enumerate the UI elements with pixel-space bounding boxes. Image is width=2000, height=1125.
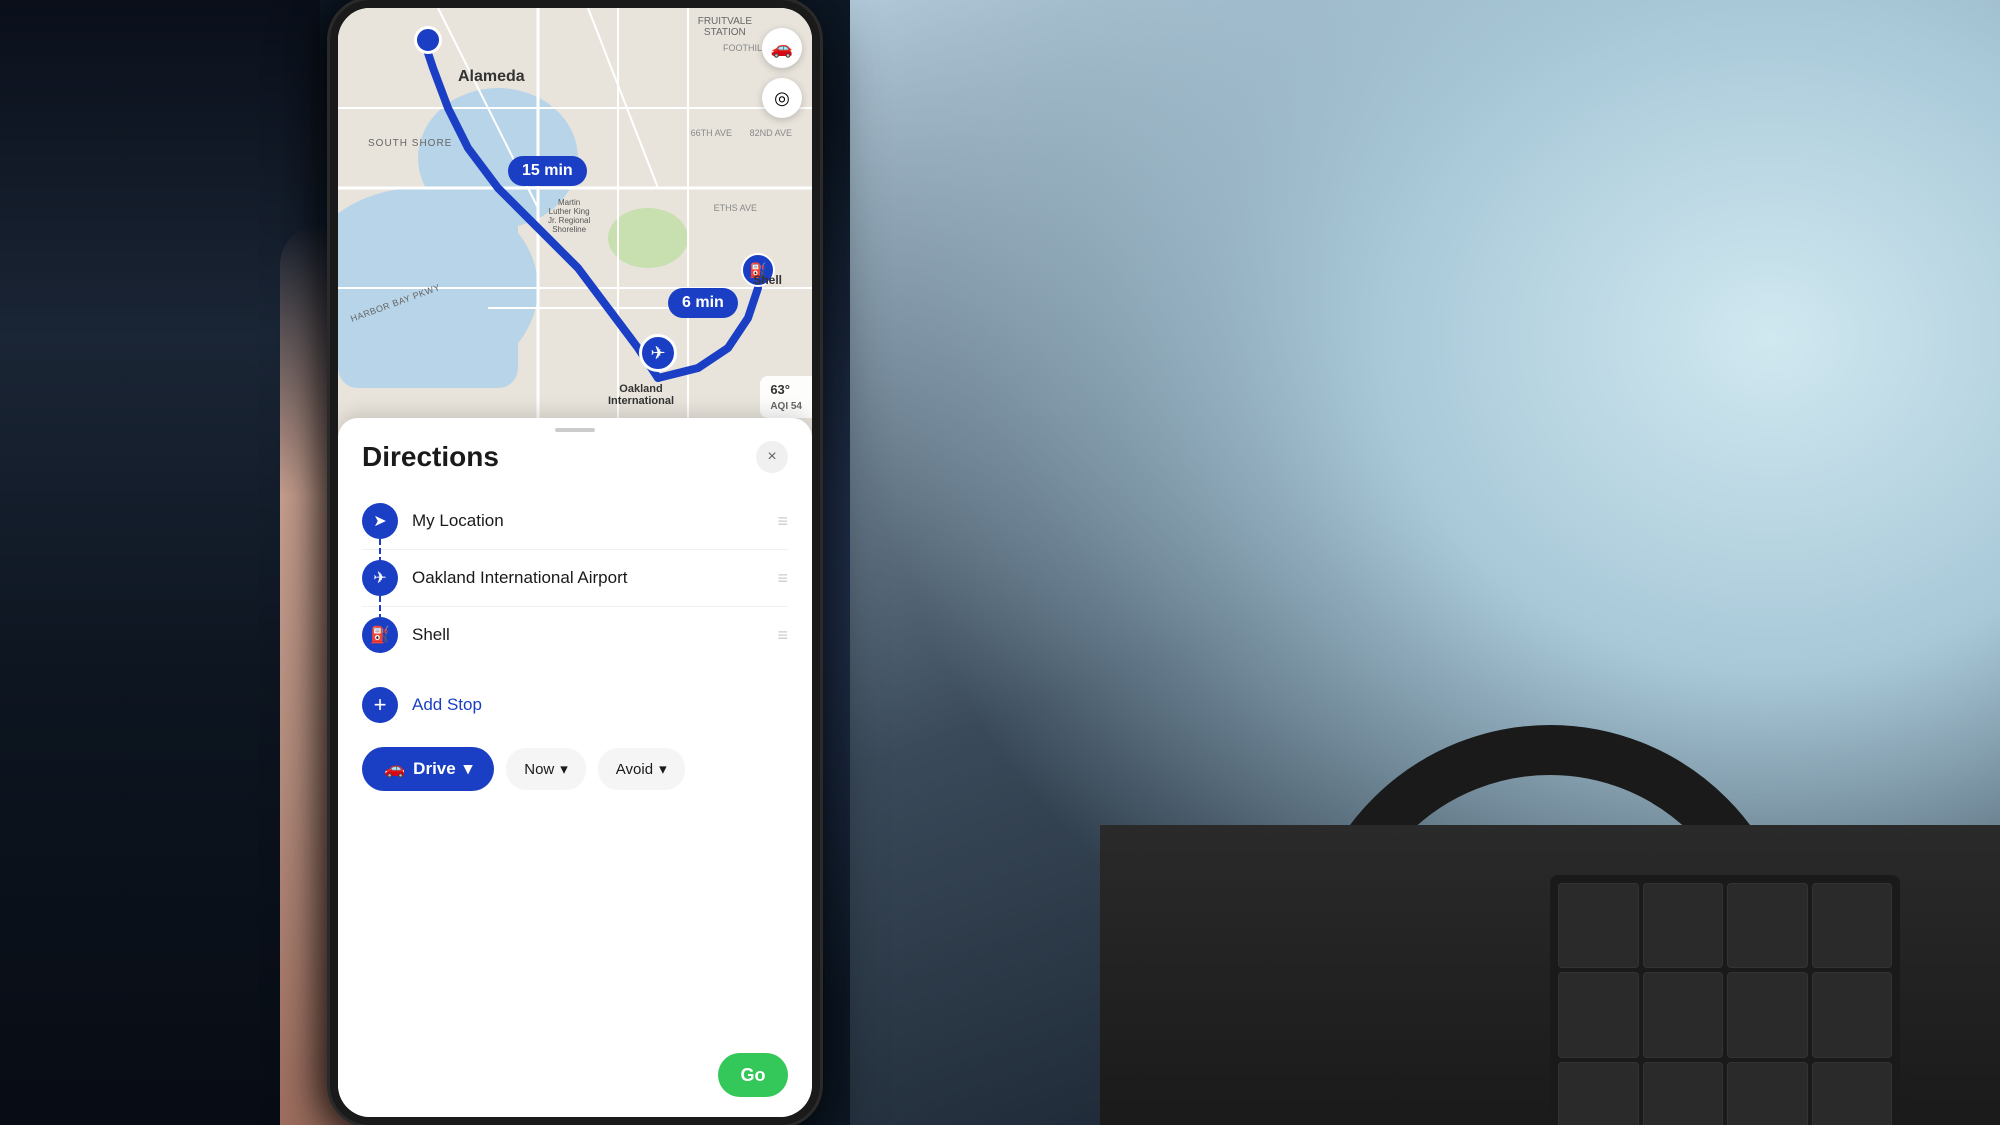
- time-bubble-2: 6 min: [668, 288, 738, 318]
- drive-chevron-icon: ▾: [464, 759, 473, 779]
- map-area[interactable]: Alameda SOUTH SHORE HARBOR BAY PKWY FRUI…: [338, 8, 812, 438]
- my-location-label: My Location: [412, 511, 763, 531]
- car-console: [1550, 875, 1900, 1125]
- car-interior-right: [850, 0, 2000, 1125]
- controls-row: 🚗 Drive ▾ Now ▾ Avoid ▾: [362, 747, 788, 791]
- car-icon: 🚗: [384, 759, 405, 779]
- plus-icon: +: [374, 692, 387, 718]
- shell-icon: ⛽: [362, 617, 398, 653]
- add-stop-label: Add Stop: [412, 695, 482, 715]
- waypoint-my-location[interactable]: ➤ My Location ≡: [362, 493, 788, 550]
- map-label-fruitvale: FRUITVALESTATION: [698, 16, 752, 38]
- drag-handle-3[interactable]: ≡: [777, 625, 788, 646]
- drag-handle-2[interactable]: ≡: [777, 568, 788, 589]
- map-label-82nd: 82ND AVE: [750, 128, 792, 138]
- panel-title: Directions: [362, 441, 499, 473]
- gas-station-map-label: Shell: [753, 273, 782, 287]
- panel-header: Directions ×: [362, 441, 788, 473]
- now-chevron-icon: ▾: [560, 760, 568, 778]
- go-button[interactable]: Go: [718, 1053, 788, 1097]
- my-location-icon: ➤: [362, 503, 398, 539]
- drag-handle-1[interactable]: ≡: [777, 511, 788, 532]
- parking-button[interactable]: 🚗: [762, 28, 802, 68]
- close-button[interactable]: ×: [756, 441, 788, 473]
- start-pin: [414, 26, 442, 54]
- temperature: 63°: [770, 382, 790, 397]
- add-stop-icon: +: [362, 687, 398, 723]
- waypoints-list: ➤ My Location ≡ ✈ Oakland International …: [362, 493, 788, 663]
- map-label-south-shore: SOUTH SHORE: [368, 138, 452, 149]
- airport-map-label: OaklandInternational: [608, 383, 674, 407]
- map-label-mlk: MartinLuther KingJr. RegionalShoreline: [548, 198, 590, 234]
- go-label: Go: [741, 1065, 766, 1086]
- aqi: AQI 54: [770, 401, 802, 412]
- drag-handle[interactable]: [555, 428, 595, 432]
- location-button[interactable]: ◎: [762, 78, 802, 118]
- avoid-chevron-icon: ▾: [659, 760, 667, 778]
- map-label-66th: 66TH AVE: [691, 128, 732, 138]
- weather-badge: 63° AQI 54: [760, 376, 812, 418]
- phone-screen: Alameda SOUTH SHORE HARBOR BAY PKWY FRUI…: [338, 8, 812, 1117]
- directions-panel: Directions × ➤ My Location ≡: [338, 418, 812, 1117]
- map-label-alameda: Alameda: [458, 68, 525, 86]
- drive-label: Drive: [413, 759, 456, 779]
- airport-icon: ✈: [362, 560, 398, 596]
- waypoint-airport[interactable]: ✈ Oakland International Airport ≡: [362, 550, 788, 607]
- avoid-dropdown[interactable]: Avoid ▾: [598, 748, 685, 790]
- car-interior-left: [0, 0, 320, 1125]
- dashboard: [1100, 825, 2000, 1125]
- drive-button[interactable]: 🚗 Drive ▾: [362, 747, 494, 791]
- waypoint-shell[interactable]: ⛽ Shell ≡: [362, 607, 788, 663]
- add-stop-row[interactable]: + Add Stop: [362, 679, 788, 731]
- time-bubble-1: 15 min: [508, 156, 587, 186]
- phone-device: Alameda SOUTH SHORE HARBOR BAY PKWY FRUI…: [330, 0, 820, 1125]
- shell-label: Shell: [412, 625, 763, 645]
- map-label-eths-ave: ETHS AVE: [714, 203, 757, 213]
- airport-label: Oakland International Airport: [412, 568, 763, 588]
- now-dropdown[interactable]: Now ▾: [506, 748, 586, 790]
- now-label: Now: [524, 761, 554, 778]
- avoid-label: Avoid: [616, 761, 653, 778]
- airport-pin: ✈: [639, 334, 677, 372]
